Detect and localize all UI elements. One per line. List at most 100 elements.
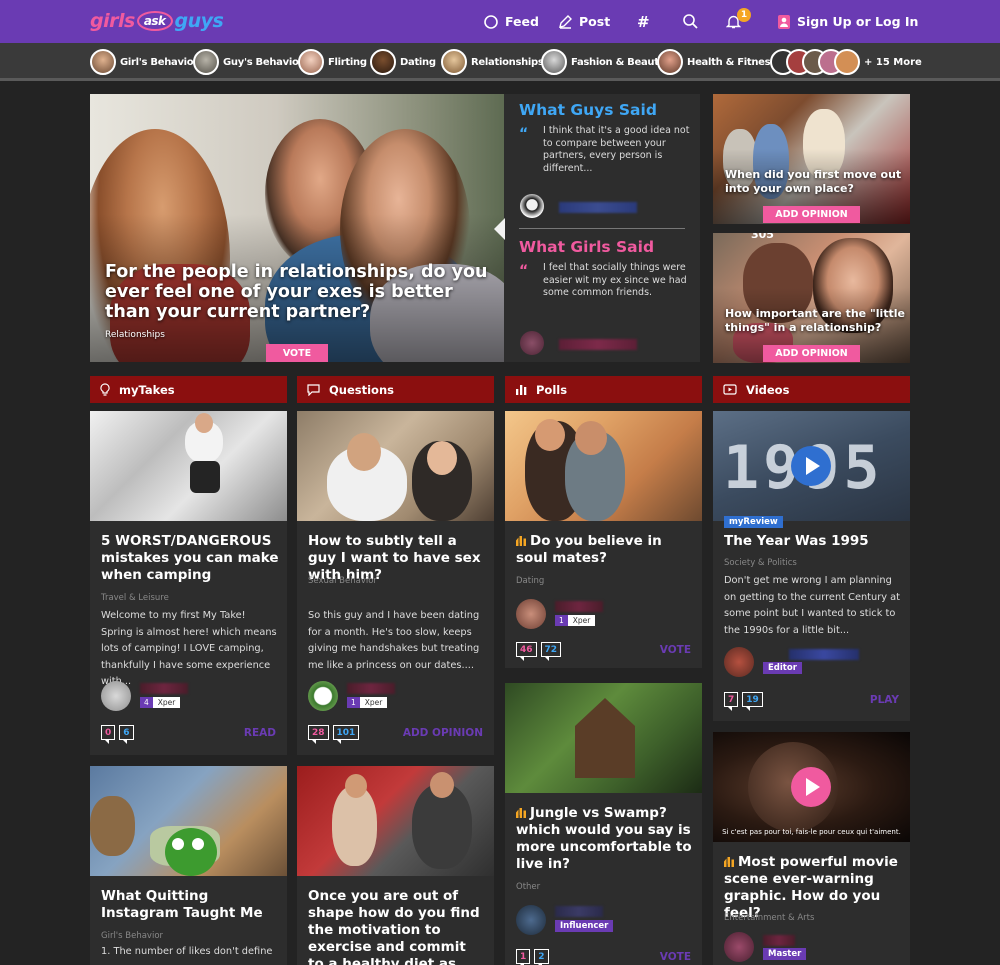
- category-fashion-beauty[interactable]: Fashion & Beauty: [541, 49, 665, 75]
- card-title[interactable]: What Quitting Instagram Taught Me: [101, 888, 279, 922]
- mytake-card[interactable]: 5 WORST/DANGEROUS mistakes you can make …: [90, 411, 287, 755]
- featured-question-image[interactable]: For the people in relationships, do you …: [90, 94, 504, 362]
- video-card[interactable]: Si c'est pas pour toi, fais-le pour ceux…: [713, 732, 910, 965]
- author-avatar[interactable]: [516, 599, 546, 629]
- add-opinion-button[interactable]: ADD OPINION: [763, 345, 860, 362]
- section-mytakes[interactable]: myTakes: [90, 376, 287, 403]
- section-questions[interactable]: Questions: [297, 376, 494, 403]
- girl-avatar[interactable]: [520, 331, 544, 355]
- side-tile-little-things[interactable]: 305 How important are the "little things…: [713, 233, 910, 363]
- add-opinion-link[interactable]: ADD OPINION: [403, 727, 483, 739]
- card-image[interactable]: [90, 411, 287, 521]
- guys-said-heading[interactable]: What Guys Said: [519, 101, 657, 119]
- more-categories-link[interactable]: + 15 More: [864, 49, 922, 75]
- card-image[interactable]: [505, 411, 702, 521]
- section-polls[interactable]: Polls: [505, 376, 702, 403]
- girls-said-quote[interactable]: I feel that socially things were easier …: [543, 262, 693, 300]
- card-category[interactable]: Travel & Leisure: [101, 593, 169, 603]
- category-flirting[interactable]: Flirting: [298, 49, 367, 75]
- card-title[interactable]: Most powerful movie scene ever-warning g…: [724, 854, 902, 922]
- section-videos[interactable]: Videos: [713, 376, 910, 403]
- girls-count: 46: [516, 642, 537, 661]
- category-label: Fashion & Beauty: [571, 56, 665, 68]
- author-avatar[interactable]: [516, 905, 546, 935]
- level-number: 1: [347, 697, 360, 708]
- hashtag-icon[interactable]: #: [637, 0, 650, 43]
- card-image[interactable]: Si c'est pas pour toi, fais-le pour ceux…: [713, 732, 910, 842]
- card-image[interactable]: [297, 766, 494, 876]
- side-tile-title[interactable]: How important are the "little things" in…: [725, 307, 910, 335]
- author-avatar[interactable]: [724, 932, 754, 962]
- nav-post[interactable]: Post: [558, 0, 610, 43]
- signup-login-link[interactable]: Sign Up or Log In: [778, 0, 918, 43]
- card-title[interactable]: 5 WORST/DANGEROUS mistakes you can make …: [101, 533, 279, 584]
- master-badge: Master: [763, 948, 807, 960]
- logo-guys: guys: [174, 10, 224, 32]
- featured-question-category[interactable]: Relationships: [105, 330, 165, 340]
- featured-vote-button[interactable]: VOTE: [266, 344, 328, 362]
- vote-button[interactable]: VOTE: [660, 644, 691, 656]
- quote-icon: “: [519, 263, 529, 279]
- card-category[interactable]: Dating: [516, 576, 544, 586]
- question-card[interactable]: How to subtly tell a guy I want to have …: [297, 411, 494, 755]
- more-categories-avatars[interactable]: [770, 49, 860, 75]
- category-health-fitness[interactable]: Health & Fitness: [657, 49, 776, 75]
- read-button[interactable]: READ: [244, 727, 276, 739]
- card-category[interactable]: Sexual Behavior: [308, 576, 377, 586]
- guy-avatar[interactable]: [520, 194, 544, 218]
- card-title[interactable]: Do you believe in soul mates?: [516, 533, 694, 567]
- card-image[interactable]: [297, 411, 494, 521]
- girls-said-heading[interactable]: What Girls Said: [519, 238, 654, 256]
- nav-feed[interactable]: Feed: [484, 0, 539, 43]
- play-icon[interactable]: [791, 446, 831, 486]
- category-dating[interactable]: Dating: [370, 49, 436, 75]
- guys-said-quote[interactable]: I think that it's a good idea not to com…: [543, 125, 693, 175]
- author-avatar[interactable]: [308, 681, 338, 711]
- category-relationships[interactable]: Relationships: [441, 49, 544, 75]
- card-title[interactable]: Jungle vs Swamp? which would you say is …: [516, 805, 694, 873]
- question-card[interactable]: Once you are out of shape how do you fin…: [297, 766, 494, 965]
- panel-pointer-arrow: [494, 218, 505, 240]
- card-title[interactable]: The Year Was 1995: [724, 533, 902, 550]
- tile-image-text: 305: [751, 233, 774, 241]
- add-opinion-button[interactable]: ADD OPINION: [763, 206, 860, 223]
- vote-button[interactable]: VOTE: [660, 951, 691, 963]
- logo-ask: ask: [136, 11, 173, 31]
- mytake-card[interactable]: What Quitting Instagram Taught Me Girl's…: [90, 766, 287, 965]
- side-tile-title[interactable]: When did you first move out into your ow…: [725, 168, 903, 196]
- card-image[interactable]: 1995: [713, 411, 910, 521]
- featured-question-title[interactable]: For the people in relationships, do you …: [105, 262, 490, 322]
- side-tile-move-out[interactable]: When did you first move out into your ow…: [713, 94, 910, 224]
- card-category[interactable]: Entertainment & Arts: [724, 913, 814, 923]
- level-label: Xper: [359, 697, 388, 708]
- section-label: Questions: [329, 382, 394, 397]
- level-label: Xper: [152, 697, 181, 708]
- category-guys-behavior[interactable]: Guy's Behavior: [193, 49, 303, 75]
- video-card[interactable]: 1995 myReview The Year Was 1995 Society …: [713, 411, 910, 721]
- play-button[interactable]: PLAY: [870, 694, 899, 706]
- user-icon: [778, 14, 790, 29]
- search-button[interactable]: [683, 0, 705, 43]
- author-avatar[interactable]: [724, 647, 754, 677]
- poll-card[interactable]: Jungle vs Swamp? which would you say is …: [505, 683, 702, 965]
- category-girls-behavior[interactable]: Girl's Behavior: [90, 49, 198, 75]
- editor-badge: Editor: [763, 662, 802, 674]
- play-icon[interactable]: [791, 767, 831, 807]
- guys-count: 2: [534, 949, 549, 965]
- card-category[interactable]: Society & Politics: [724, 558, 797, 568]
- card-title[interactable]: Once you are out of shape how do you fin…: [308, 888, 486, 965]
- card-category[interactable]: Other: [516, 882, 540, 892]
- level-number: 1: [555, 615, 568, 626]
- card-image[interactable]: [90, 766, 287, 876]
- card-counters: 12: [516, 949, 549, 965]
- author-name-blurred: [763, 935, 795, 946]
- nav-post-label: Post: [579, 14, 611, 29]
- author-avatar[interactable]: [101, 681, 131, 711]
- speech-bubble-icon: [307, 383, 320, 396]
- site-logo[interactable]: girls ask guys: [90, 6, 224, 36]
- category-avatar: [541, 49, 567, 75]
- card-category[interactable]: Girl's Behavior: [101, 931, 163, 941]
- poll-card[interactable]: Do you believe in soul mates? Dating 1 Xp…: [505, 411, 702, 668]
- author-name-blurred: [555, 906, 603, 917]
- card-image[interactable]: [505, 683, 702, 793]
